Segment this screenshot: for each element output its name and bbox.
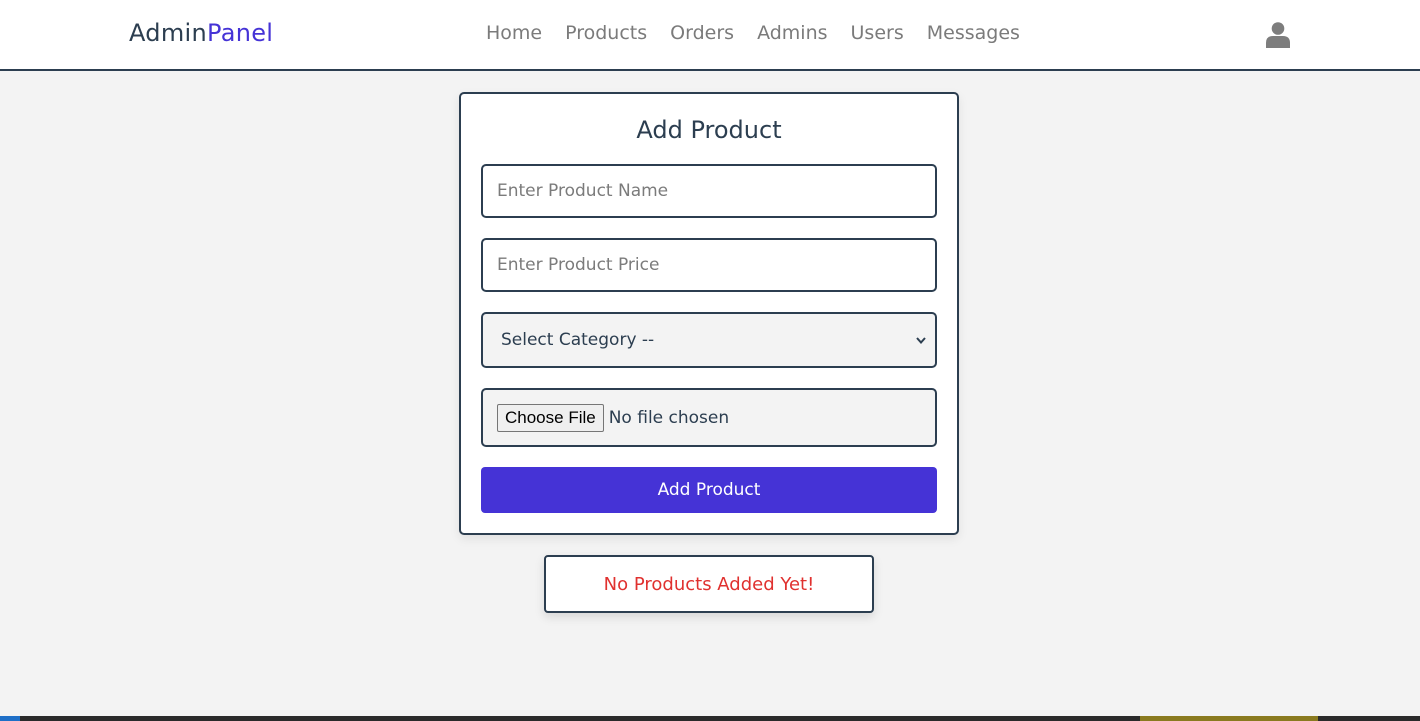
file-picker: Choose File No file chosen <box>497 404 729 432</box>
nav-messages[interactable]: Messages <box>927 22 1020 44</box>
taskbar-highlight <box>1140 716 1318 721</box>
nav-products[interactable]: Products <box>565 22 647 44</box>
nav-home[interactable]: Home <box>486 22 542 44</box>
product-price-input[interactable] <box>483 240 935 290</box>
product-image-field: Choose File No file chosen <box>481 388 937 447</box>
add-product-button[interactable]: Add Product <box>481 467 937 513</box>
product-price-field <box>481 238 937 292</box>
nav-users[interactable]: Users <box>851 22 904 44</box>
nav-admins[interactable]: Admins <box>757 22 827 44</box>
user-icon[interactable] <box>1266 22 1290 48</box>
category-selected-value: Select Category -- <box>501 330 655 350</box>
logo[interactable]: AdminPanel <box>129 19 273 47</box>
logo-accent: Panel <box>207 19 274 47</box>
category-select[interactable]: Select Category -- <box>481 312 937 368</box>
chevron-down-icon <box>916 337 926 345</box>
form-title: Add Product <box>636 116 782 144</box>
nav-orders[interactable]: Orders <box>670 22 734 44</box>
top-navbar: AdminPanel Home Products Orders Admins U… <box>0 0 1420 71</box>
empty-products-message: No Products Added Yet! <box>544 555 874 613</box>
choose-file-button[interactable]: Choose File <box>497 404 604 432</box>
taskbar-strip <box>0 716 1420 721</box>
product-name-field <box>481 164 937 218</box>
logo-main: Admin <box>129 19 207 47</box>
main-nav: Home Products Orders Admins Users Messag… <box>486 22 1020 44</box>
product-name-input[interactable] <box>483 166 935 216</box>
add-product-form: Add Product Select Category -- Choose Fi… <box>459 92 959 535</box>
file-status: No file chosen <box>608 408 730 428</box>
taskbar-start <box>0 716 20 721</box>
category-select-inner[interactable]: Select Category -- <box>483 314 935 366</box>
